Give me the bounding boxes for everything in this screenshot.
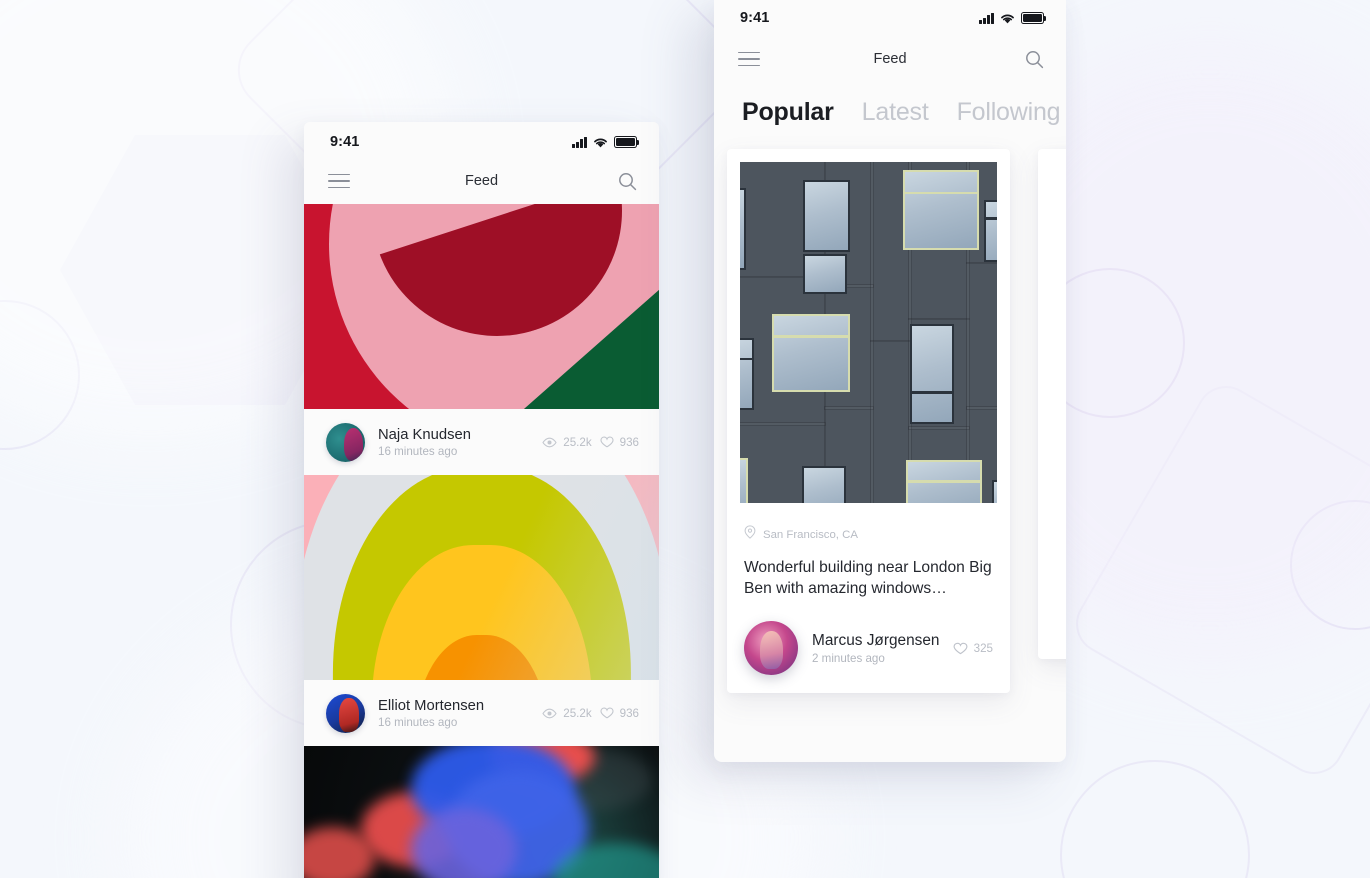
location-row: San Francisco, CA	[740, 503, 997, 544]
status-time: 9:41	[740, 10, 770, 26]
window	[984, 200, 997, 262]
author-name: Elliot Mortensen	[378, 697, 485, 714]
eye-icon	[542, 437, 557, 448]
phone-mockup-right: 9:41 Feed Popular Latest Following San F…	[714, 0, 1066, 762]
views-count: 25.2k	[563, 706, 592, 720]
pin-icon	[744, 525, 756, 544]
feed-list: Naja Knudsen 16 minutes ago 25.2k 936 El…	[304, 204, 659, 878]
background-circle-shape	[1060, 760, 1250, 878]
timestamp: 16 minutes ago	[378, 715, 458, 729]
nav-bar: Feed	[714, 36, 1066, 82]
background-decoration	[0, 0, 1370, 878]
likes-count: 936	[619, 706, 639, 720]
list-item[interactable]: Elliot Mortensen 16 minutes ago 25.2k 93…	[304, 680, 659, 746]
phone-mockup-left: 9:41 Feed Naja Knudsen 16 minutes ago 25…	[304, 122, 659, 878]
views-stat: 25.2k	[542, 706, 592, 720]
status-icon-group	[572, 136, 640, 148]
avatar[interactable]	[744, 621, 798, 675]
post-card[interactable]: San Francisco, CA Wonderful building nea…	[727, 149, 1010, 693]
location-text: San Francisco, CA	[763, 528, 858, 541]
signal-icon	[979, 12, 994, 24]
stats-group: 325	[953, 642, 993, 655]
tab-bar: Popular Latest Following	[714, 82, 1066, 149]
stats-group: 25.2k 936	[542, 707, 639, 720]
views-stat: 25.2k	[542, 435, 592, 449]
likes-stat[interactable]: 936	[600, 436, 639, 449]
author-name: Naja Knudsen	[378, 426, 471, 443]
window	[740, 188, 746, 270]
page-title: Feed	[873, 51, 907, 67]
author-name: Marcus Jørgensen	[812, 631, 940, 649]
window	[910, 324, 954, 424]
window	[740, 458, 748, 503]
author-block: Naja Knudsen 16 minutes ago	[378, 427, 471, 458]
timestamp: 16 minutes ago	[378, 444, 458, 458]
card-photo[interactable]	[740, 162, 997, 503]
scene: 9:41 Feed Naja Knudsen 16 minutes ago 25…	[0, 0, 1370, 878]
avatar[interactable]	[326, 693, 365, 733]
list-item[interactable]: Naja Knudsen 16 minutes ago 25.2k 936	[304, 409, 659, 475]
author-block: Elliot Mortensen 16 minutes ago	[378, 698, 484, 729]
likes-count: 325	[973, 641, 993, 655]
window	[772, 314, 850, 392]
stats-group: 25.2k 936	[542, 436, 639, 449]
author-row[interactable]: Marcus Jørgensen 2 minutes ago 325	[740, 599, 997, 693]
window	[802, 466, 846, 503]
wifi-icon	[1000, 13, 1015, 24]
post-card-next[interactable]	[1038, 149, 1066, 659]
page-title: Feed	[464, 173, 499, 189]
battery-icon	[614, 136, 640, 148]
likes-stat[interactable]: 325	[953, 642, 993, 655]
status-icon-group	[979, 12, 1047, 24]
post-title: Wonderful building near London Big Ben w…	[744, 559, 992, 597]
tab-popular[interactable]: Popular	[742, 98, 834, 127]
heart-icon	[600, 436, 614, 448]
feed-photo[interactable]	[304, 746, 659, 878]
nav-bar: Feed	[304, 158, 659, 204]
heart-icon	[600, 707, 614, 719]
feed-photo[interactable]	[304, 204, 659, 409]
status-bar: 9:41	[304, 122, 659, 158]
window	[803, 180, 850, 252]
heart-icon	[953, 642, 968, 655]
status-time: 9:41	[330, 134, 360, 150]
status-bar: 9:41	[714, 0, 1066, 36]
window	[903, 170, 979, 250]
battery-icon	[1021, 12, 1047, 24]
eye-icon	[542, 708, 557, 719]
window	[906, 460, 982, 503]
window	[803, 254, 847, 294]
abstract-overlay	[304, 475, 659, 680]
avatar[interactable]	[326, 422, 365, 462]
window	[992, 480, 997, 503]
tab-following[interactable]: Following	[957, 98, 1061, 127]
card-carousel[interactable]: San Francisco, CA Wonderful building nea…	[714, 149, 1066, 693]
timestamp: 2 minutes ago	[812, 651, 885, 665]
tab-latest[interactable]: Latest	[862, 98, 929, 127]
wifi-icon	[593, 137, 608, 148]
signal-icon	[572, 136, 587, 148]
window	[740, 338, 754, 410]
feed-area: San Francisco, CA Wonderful building nea…	[714, 149, 1066, 693]
feed-photo[interactable]	[304, 475, 659, 680]
author-block: Marcus Jørgensen 2 minutes ago	[812, 632, 939, 665]
likes-count: 936	[619, 435, 639, 449]
likes-stat[interactable]: 936	[600, 707, 639, 720]
views-count: 25.2k	[563, 435, 592, 449]
